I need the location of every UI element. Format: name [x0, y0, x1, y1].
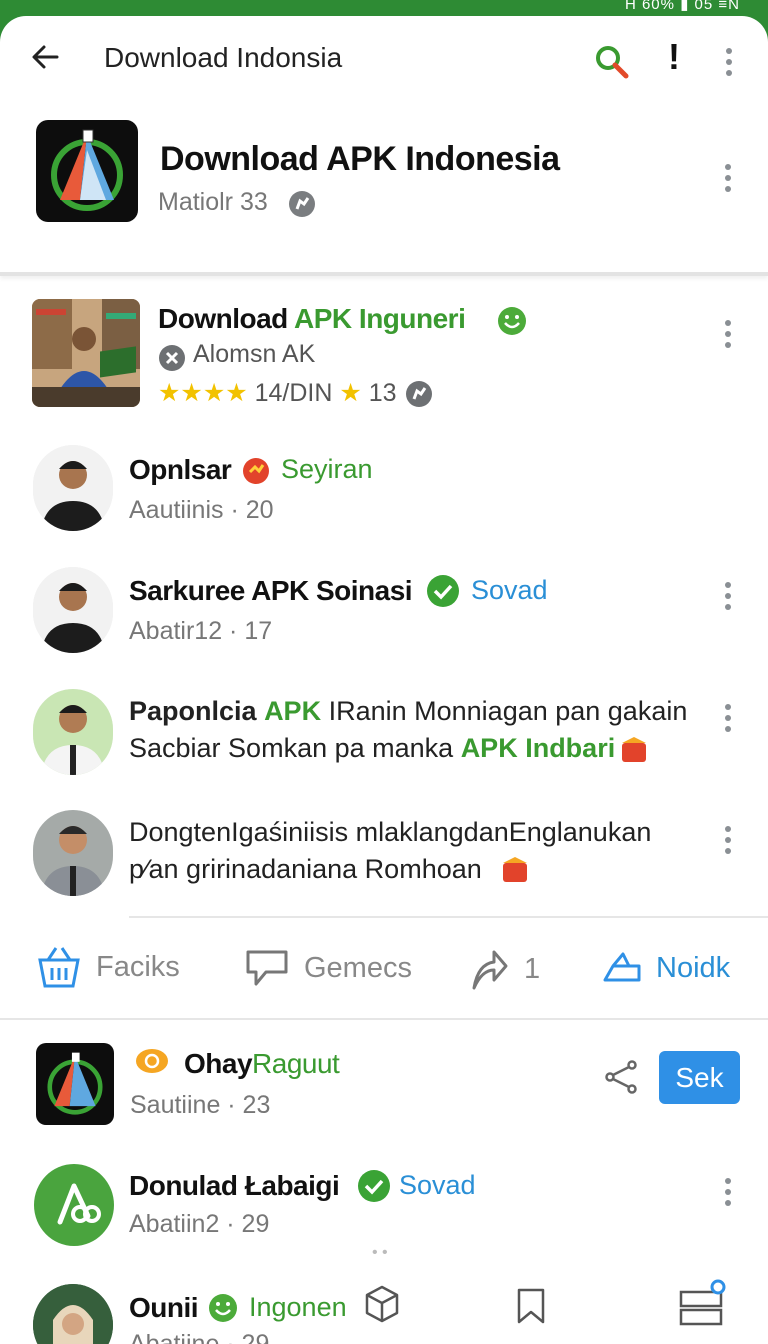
page-header: Download APK Indonesia Matiolr 33	[0, 96, 768, 276]
antenna-logo-icon	[57, 1183, 101, 1225]
post-logo[interactable]	[36, 1043, 114, 1125]
like-button[interactable]: Faciks	[36, 944, 180, 990]
comment-menu-icon[interactable]	[724, 826, 732, 854]
comment-author: Opnlsar	[129, 454, 232, 485]
post-author-a: Ohay	[184, 1048, 253, 1079]
comment-tag: Sovad	[471, 575, 548, 605]
comment-label: Gemecs	[304, 951, 412, 984]
header-subtitle: Matiolr 33	[158, 188, 268, 216]
featured-author: Alomsn AK	[193, 340, 316, 368]
share-arrow-icon	[472, 950, 508, 990]
share-nodes-icon[interactable]	[604, 1060, 640, 1094]
reply-label: Noidk	[656, 951, 731, 984]
avatar-photo	[33, 689, 113, 775]
avatar[interactable]	[33, 810, 113, 896]
smile-emoji-icon	[209, 1294, 237, 1322]
post-tag: Sovad	[399, 1170, 476, 1200]
basket-icon	[38, 947, 80, 988]
avatar[interactable]	[33, 445, 113, 531]
apk-logo-icon	[47, 1052, 103, 1115]
post-author: OhayRaguut	[184, 1048, 340, 1080]
rating-stars: ★★★★	[158, 379, 248, 407]
scroll-indicator: • •	[372, 1244, 388, 1261]
header-menu-icon[interactable]	[724, 164, 732, 192]
comment-body-line2: Sacbiar Somkan pa manka APK Indbari	[129, 730, 615, 767]
comment-text: Sacbiar Somkan pa manka	[129, 733, 454, 763]
alert-icon[interactable]: !	[668, 36, 680, 78]
post-author-b: Raguut	[252, 1048, 340, 1079]
post-meta: Abatiine · 29	[129, 1330, 270, 1344]
comment-author: Paponlcia	[129, 696, 257, 726]
bookmark-icon[interactable]	[514, 1286, 548, 1326]
speech-bubble-icon	[246, 950, 288, 986]
featured-photo	[32, 299, 140, 407]
comment-tag: APK Indbari	[460, 733, 616, 763]
verified-check-icon	[358, 1170, 390, 1202]
post-meta: Sautiine · 23	[130, 1091, 271, 1119]
back-arrow-icon[interactable]	[30, 42, 60, 72]
featured-thumbnail[interactable]	[32, 299, 140, 407]
comment-menu-icon[interactable]	[724, 582, 732, 610]
avatar-photo	[33, 567, 113, 653]
share-count: 1	[524, 952, 541, 985]
comment-text: p⁄an gririnadaniana Romhoan	[129, 854, 482, 884]
post-avatar[interactable]	[34, 1164, 114, 1246]
comment-text: IRanin Monniagan pan gakain	[328, 696, 688, 726]
post-menu-icon[interactable]	[724, 1178, 732, 1206]
comment-tag: Seyiran	[281, 454, 373, 484]
verified-badge-icon	[289, 191, 315, 217]
header-title: Download APK Indonesia	[160, 140, 560, 178]
apk-logo-icon	[51, 129, 123, 211]
app-logo	[36, 120, 138, 222]
status-text: H 60% ▮ 05 ≡N	[624, 0, 740, 13]
verified-check-icon	[427, 575, 459, 607]
featured-name-green: APK Inguneri	[294, 303, 466, 334]
post-author: Ounii	[129, 1292, 199, 1323]
tray-icon[interactable]	[678, 1278, 728, 1326]
gift-emoji-icon	[503, 857, 527, 882]
featured-menu-icon[interactable]	[724, 320, 732, 348]
rating-text: 14/DIN	[254, 379, 333, 407]
divider	[129, 916, 768, 918]
close-circle-icon	[159, 345, 185, 371]
box-icon[interactable]	[364, 1284, 400, 1324]
chat-emoji-icon	[136, 1049, 168, 1073]
reply-icon	[603, 952, 641, 982]
comment-menu-icon[interactable]	[724, 704, 732, 732]
comment-tag: APK	[264, 696, 322, 726]
screen: Download Indonsia ! Download APK Indones…	[0, 16, 768, 1344]
page-title: Download Indonsia	[104, 42, 343, 73]
small-star-icon: ★	[339, 379, 362, 407]
rating-count: 13	[368, 379, 397, 407]
avatar[interactable]	[33, 567, 113, 653]
overflow-menu-icon[interactable]	[725, 48, 733, 76]
avatar-photo	[33, 445, 113, 531]
like-label: Faciks	[96, 950, 180, 983]
search-icon[interactable]	[594, 44, 630, 80]
fire-emoji-icon	[243, 458, 269, 484]
featured-name: Download APK Inguneri	[158, 303, 466, 335]
comment-author: Sarkuree APK Soinasi	[129, 575, 413, 606]
share-button[interactable]: 1	[470, 946, 540, 992]
comment-text: DongtenIgaśiniisis mlaklangdanEnglanukan	[129, 817, 652, 847]
post-meta: Abatiin2 · 29	[129, 1210, 270, 1238]
verified-badge-icon	[406, 381, 432, 407]
avatar[interactable]	[33, 689, 113, 775]
gift-emoji-icon	[622, 737, 646, 762]
divider	[0, 1018, 768, 1020]
reply-button[interactable]: Noidk	[602, 950, 730, 986]
post-avatar[interactable]	[33, 1284, 113, 1344]
avatar-photo	[33, 810, 113, 896]
comment-meta: Abatir12 · 17	[129, 617, 273, 645]
comment-button[interactable]: Gemecs	[244, 948, 412, 988]
avatar-photo	[33, 1284, 113, 1344]
post-author: Donulad Łabaigi	[129, 1170, 340, 1201]
featured-rating: ★★★★ 14/DIN ★ 13	[158, 378, 397, 408]
comment-body: Paponlcia APK IRanin Monniagan pan gakai…	[129, 693, 687, 730]
follow-button[interactable]: Sek	[659, 1051, 740, 1104]
comment-meta: Aautiinis · 20	[129, 496, 274, 524]
smile-emoji-icon	[498, 307, 526, 335]
post-tag: Ingonen	[249, 1292, 347, 1322]
featured-name-dark: Download	[158, 303, 288, 334]
